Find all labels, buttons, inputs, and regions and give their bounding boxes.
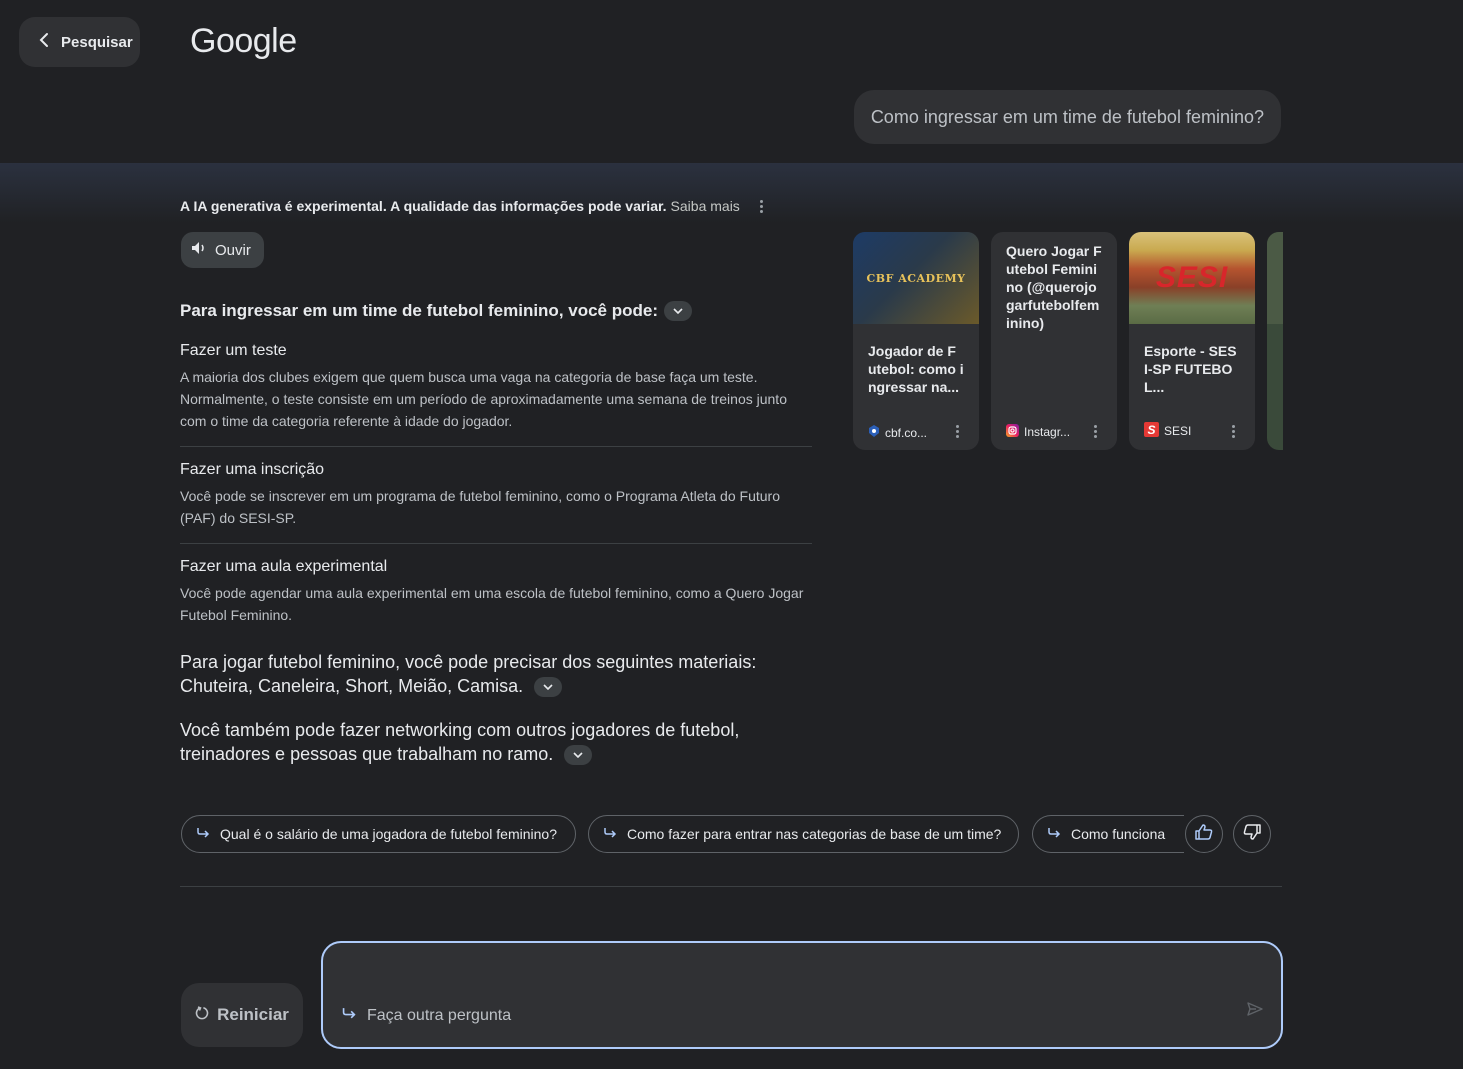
thumbnail-text: SESI [1155,261,1229,294]
thumbnail-text: CBF ACADEMY [866,271,966,285]
source-thumbnail: CBF ACADEMY [853,232,979,324]
step-body: Você pode agendar uma aula experimental … [180,585,804,623]
source-thumbnail: SESI [1129,232,1255,324]
more-options-icon[interactable] [1094,425,1097,438]
reply-arrow-icon [196,826,210,842]
learn-more-link[interactable]: Saiba mais [671,198,740,214]
thumbs-up-button[interactable] [1185,815,1223,853]
followup-question-input[interactable] [367,1007,1187,1025]
section-divider [180,886,1282,887]
step-body: A maioria dos clubes exigem que quem bus… [180,369,787,429]
restart-button[interactable]: Reiniciar [181,983,303,1047]
step-title: Fazer uma aula experimental [180,558,388,575]
source-site: S SESI [1144,422,1191,440]
answer-steps: Fazer um teste A maioria dos clubes exig… [180,330,812,640]
reply-arrow-icon [603,826,617,842]
more-options-icon[interactable] [1232,425,1235,438]
more-options-icon[interactable] [759,199,763,213]
source-title: Quero Jogar Futebol Feminino (@querojoga… [1006,243,1102,331]
site-name: cbf.co... [885,425,928,440]
back-button-label: Pesquisar [61,33,133,51]
networking-text: Você também pode fazer networking com ou… [180,720,740,764]
chevron-left-icon [37,32,51,53]
listen-button[interactable]: Ouvir [181,232,264,268]
ai-disclaimer: A IA generativa é experimental. A qualid… [180,198,763,214]
answer-step: Fazer um teste A maioria dos clubes exig… [180,330,812,447]
thumbs-down-button[interactable] [1233,815,1271,853]
followup-chip[interactable]: Como fazer para entrar nas categorias de… [588,815,1019,853]
restart-icon [195,1005,209,1025]
expand-chevron-icon[interactable] [534,677,563,698]
back-to-search-button[interactable]: Pesquisar [19,17,140,67]
answer-intro-text: Para ingressar em um time de futebol fem… [180,301,659,320]
step-title: Fazer uma inscrição [180,461,325,478]
followup-text: Qual é o salário de uma jogadora de fute… [220,826,557,842]
reply-arrow-icon [1047,826,1061,842]
source-site: Instagr... [1006,424,1070,440]
instagram-favicon-icon [1006,424,1019,440]
disclaimer-text: A IA generativa é experimental. A qualid… [180,198,667,214]
source-card[interactable]: Quero Jogar Futebol Feminino (@querojoga… [991,232,1117,450]
followup-text: Como funciona [1071,826,1166,842]
sesi-favicon-icon: S [1144,422,1159,440]
materials-paragraph: Para jogar futebol feminino, você pode p… [180,650,812,698]
google-logo[interactable]: Google [190,22,297,61]
expand-chevron-icon[interactable] [564,745,593,766]
site-name: SESI [1164,424,1192,438]
source-title: Jogador de Futebol: como ingressar na... [868,343,964,395]
listen-label: Ouvir [215,241,251,259]
followup-text: Como fazer para entrar nas categorias de… [627,826,1002,842]
source-card[interactable]: SESI Esporte - SESI-SP FUTEBOL... S SESI [1129,232,1255,450]
ai-answer: Para ingressar em um time de futebol fem… [180,298,812,766]
followup-chips: Qual é o salário de uma jogadora de fute… [181,815,1271,853]
site-name: Instagr... [1024,425,1071,439]
materials-text: Para jogar futebol feminino, você pode p… [180,652,757,696]
followup-question-box[interactable] [321,941,1283,1049]
step-title: Fazer um teste [180,342,287,359]
source-card[interactable]: CBF ACADEMY Jogador de Futebol: como ing… [853,232,979,450]
source-cards: CBF ACADEMY Jogador de Futebol: como ing… [853,232,1283,450]
send-icon[interactable] [1247,1002,1263,1021]
followup-chip[interactable]: Como funciona [1032,815,1184,853]
source-card-partial[interactable] [1267,232,1283,450]
thumbs-down-icon [1243,823,1261,845]
restart-label: Reiniciar [217,1005,289,1024]
svg-text:S: S [1147,423,1155,437]
thumbs-up-icon [1195,823,1213,845]
answer-intro: Para ingressar em um time de futebol fem… [180,298,812,324]
expand-chevron-icon[interactable] [664,301,693,321]
source-site: cbf.co... [868,425,927,440]
cbf-favicon-icon [868,425,880,440]
source-title: Esporte - SESI-SP FUTEBOL... [1144,343,1237,395]
reply-arrow-icon [341,1007,357,1025]
answer-step: Fazer uma aula experimental Você pode ag… [180,544,812,640]
networking-paragraph: Você também pode fazer networking com ou… [180,718,812,766]
answer-step: Fazer uma inscrição Você pode se inscrev… [180,447,812,544]
followup-chip[interactable]: Qual é o salário de uma jogadora de fute… [181,815,576,853]
speaker-icon [191,241,207,259]
more-options-icon[interactable] [956,425,959,438]
ai-overview-glow [0,163,1463,223]
source-thumbnail [1267,232,1283,324]
user-query-bubble: Como ingressar em um time de futebol fem… [853,90,1281,144]
step-body: Você pode se inscrever em um programa de… [180,488,780,526]
